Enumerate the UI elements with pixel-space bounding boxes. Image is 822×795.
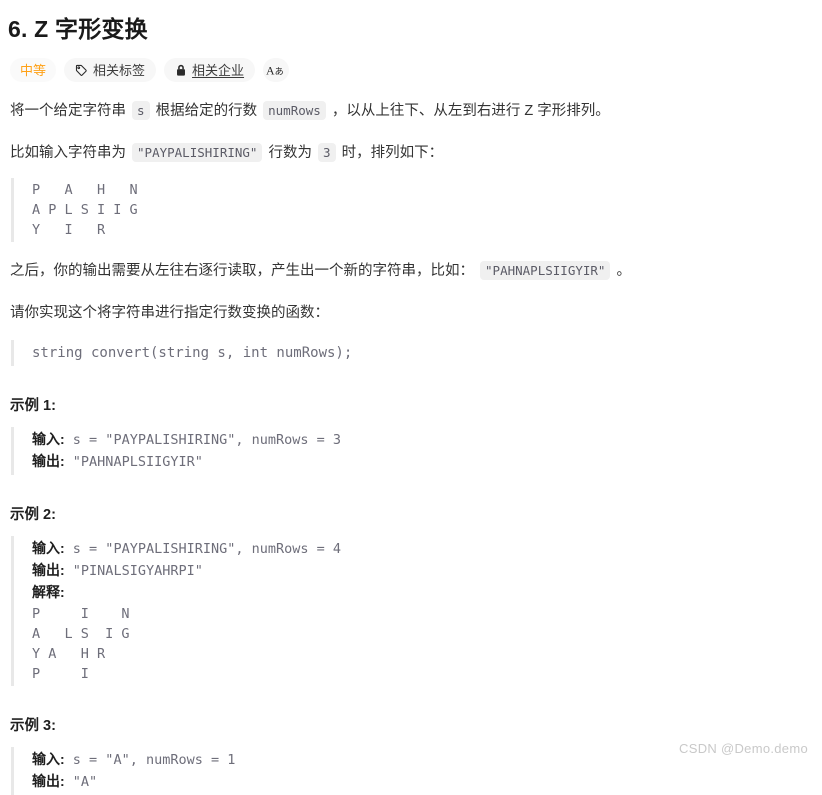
zigzag-art-4rows: P I N A L S I G Y A H R P I xyxy=(32,606,130,682)
example-3-output-label: 输出: xyxy=(32,773,65,789)
example-2-explain-line: 解释: xyxy=(32,582,810,604)
inline-code-numrows-value: 3 xyxy=(318,143,336,162)
inline-code-result-string: "PAHNAPLSIIGYIR" xyxy=(480,261,611,280)
desc-p2-text-2: 行数为 xyxy=(268,145,312,161)
watermark: CSDN @Demo.demo xyxy=(679,741,808,756)
description-paragraph-1: 将一个给定字符串 s 根据给定的行数 numRows ，以从上往下、从左到右进行… xyxy=(10,98,810,124)
difficulty-badge-label: 中等 xyxy=(20,62,47,78)
example-2-input-label: 输入: xyxy=(32,540,65,556)
example-3-output-value: "A" xyxy=(64,774,98,790)
desc-p3-text-1: 之后，你的输出需要从左往右逐行读取，产生出一个新的字符串，比如： xyxy=(10,263,474,279)
example-1-title: 示例 1: xyxy=(10,398,56,414)
related-tags-label: 相关标签 xyxy=(93,62,146,78)
inline-code-sample-string: "PAYPALISHIRING" xyxy=(132,143,263,162)
description-paragraph-2: 比如输入字符串为 "PAYPALISHIRING" 行数为 3 时，排列如下： xyxy=(10,140,810,166)
desc-p1-text-3: ，以从上往下、从左到右进行 Z 字形排列。 xyxy=(331,103,610,119)
example-2-title: 示例 2: xyxy=(10,507,56,523)
zigzag-art-3rows: P A H N A P L S I I G Y I R xyxy=(11,178,810,242)
description-paragraph-3: 之后，你的输出需要从左往右逐行读取，产生出一个新的字符串，比如： "PAHNAP… xyxy=(10,258,810,284)
inline-code-numrows: numRows xyxy=(263,101,326,120)
example-1-input-label: 输入: xyxy=(32,431,65,447)
svg-text:あ: あ xyxy=(275,66,284,77)
related-tags-button[interactable]: 相关标签 xyxy=(64,58,157,82)
example-2-output-label: 输出: xyxy=(32,562,65,578)
svg-text:A: A xyxy=(266,63,275,77)
desc-p2-text-1: 比如输入字符串为 xyxy=(10,145,126,161)
desc-p1-text-2: 根据给定的行数 xyxy=(155,103,258,119)
example-1-output-line: 输出: "PAHNAPLSIIGYIR" xyxy=(32,451,810,473)
example-2-input-line: 输入: s = "PAYPALISHIRING", numRows = 4 xyxy=(32,538,810,560)
problem-page: 6. Z 字形变换 中等 相关标签 相关企业 A あ 将一个给定字符串 s 根据… xyxy=(0,0,822,795)
example-3-output-line: 输出: "A" xyxy=(32,771,810,793)
page-title: 6. Z 字形变换 xyxy=(8,16,148,42)
example-2-output-value: "PINALSIGYAHRPI" xyxy=(64,563,203,579)
example-1-body: 输入: s = "PAYPALISHIRING", numRows = 3 输出… xyxy=(11,427,810,475)
tag-icon xyxy=(75,64,88,77)
example-1-input-value: s = "PAYPALISHIRING", numRows = 3 xyxy=(64,432,342,448)
example-3-title: 示例 3: xyxy=(10,718,56,734)
function-signature-block: string convert(string s, int numRows); xyxy=(11,340,810,366)
font-size-toggle-button[interactable]: A あ xyxy=(263,58,290,82)
font-size-icon: A あ xyxy=(266,63,286,78)
lock-icon xyxy=(175,64,187,77)
example-2-input-value: s = "PAYPALISHIRING", numRows = 4 xyxy=(64,541,342,557)
example-1-output-value: "PAHNAPLSIIGYIR" xyxy=(64,454,203,470)
badge-row: 中等 相关标签 相关企业 A あ xyxy=(10,58,810,82)
desc-p3-text-2: 。 xyxy=(616,263,631,279)
inline-code-s: s xyxy=(132,101,150,120)
desc-p2-text-3: 时，排列如下： xyxy=(341,145,444,161)
related-companies-label: 相关企业 xyxy=(192,62,245,78)
example-2-explain-label: 解释: xyxy=(32,584,65,600)
difficulty-badge[interactable]: 中等 xyxy=(10,58,57,82)
example-1-input-line: 输入: s = "PAYPALISHIRING", numRows = 3 xyxy=(32,429,810,451)
description-paragraph-4: 请你实现这个将字符串进行指定行数变换的函数： xyxy=(10,305,329,321)
example-3-input-label: 输入: xyxy=(32,751,65,767)
example-2-output-line: 输出: "PINALSIGYAHRPI" xyxy=(32,560,810,582)
desc-p1-text-1: 将一个给定字符串 xyxy=(10,103,126,119)
example-1-output-label: 输出: xyxy=(32,453,65,469)
related-companies-button[interactable]: 相关企业 xyxy=(164,58,256,82)
example-2-body: 输入: s = "PAYPALISHIRING", numRows = 4 输出… xyxy=(11,536,810,686)
